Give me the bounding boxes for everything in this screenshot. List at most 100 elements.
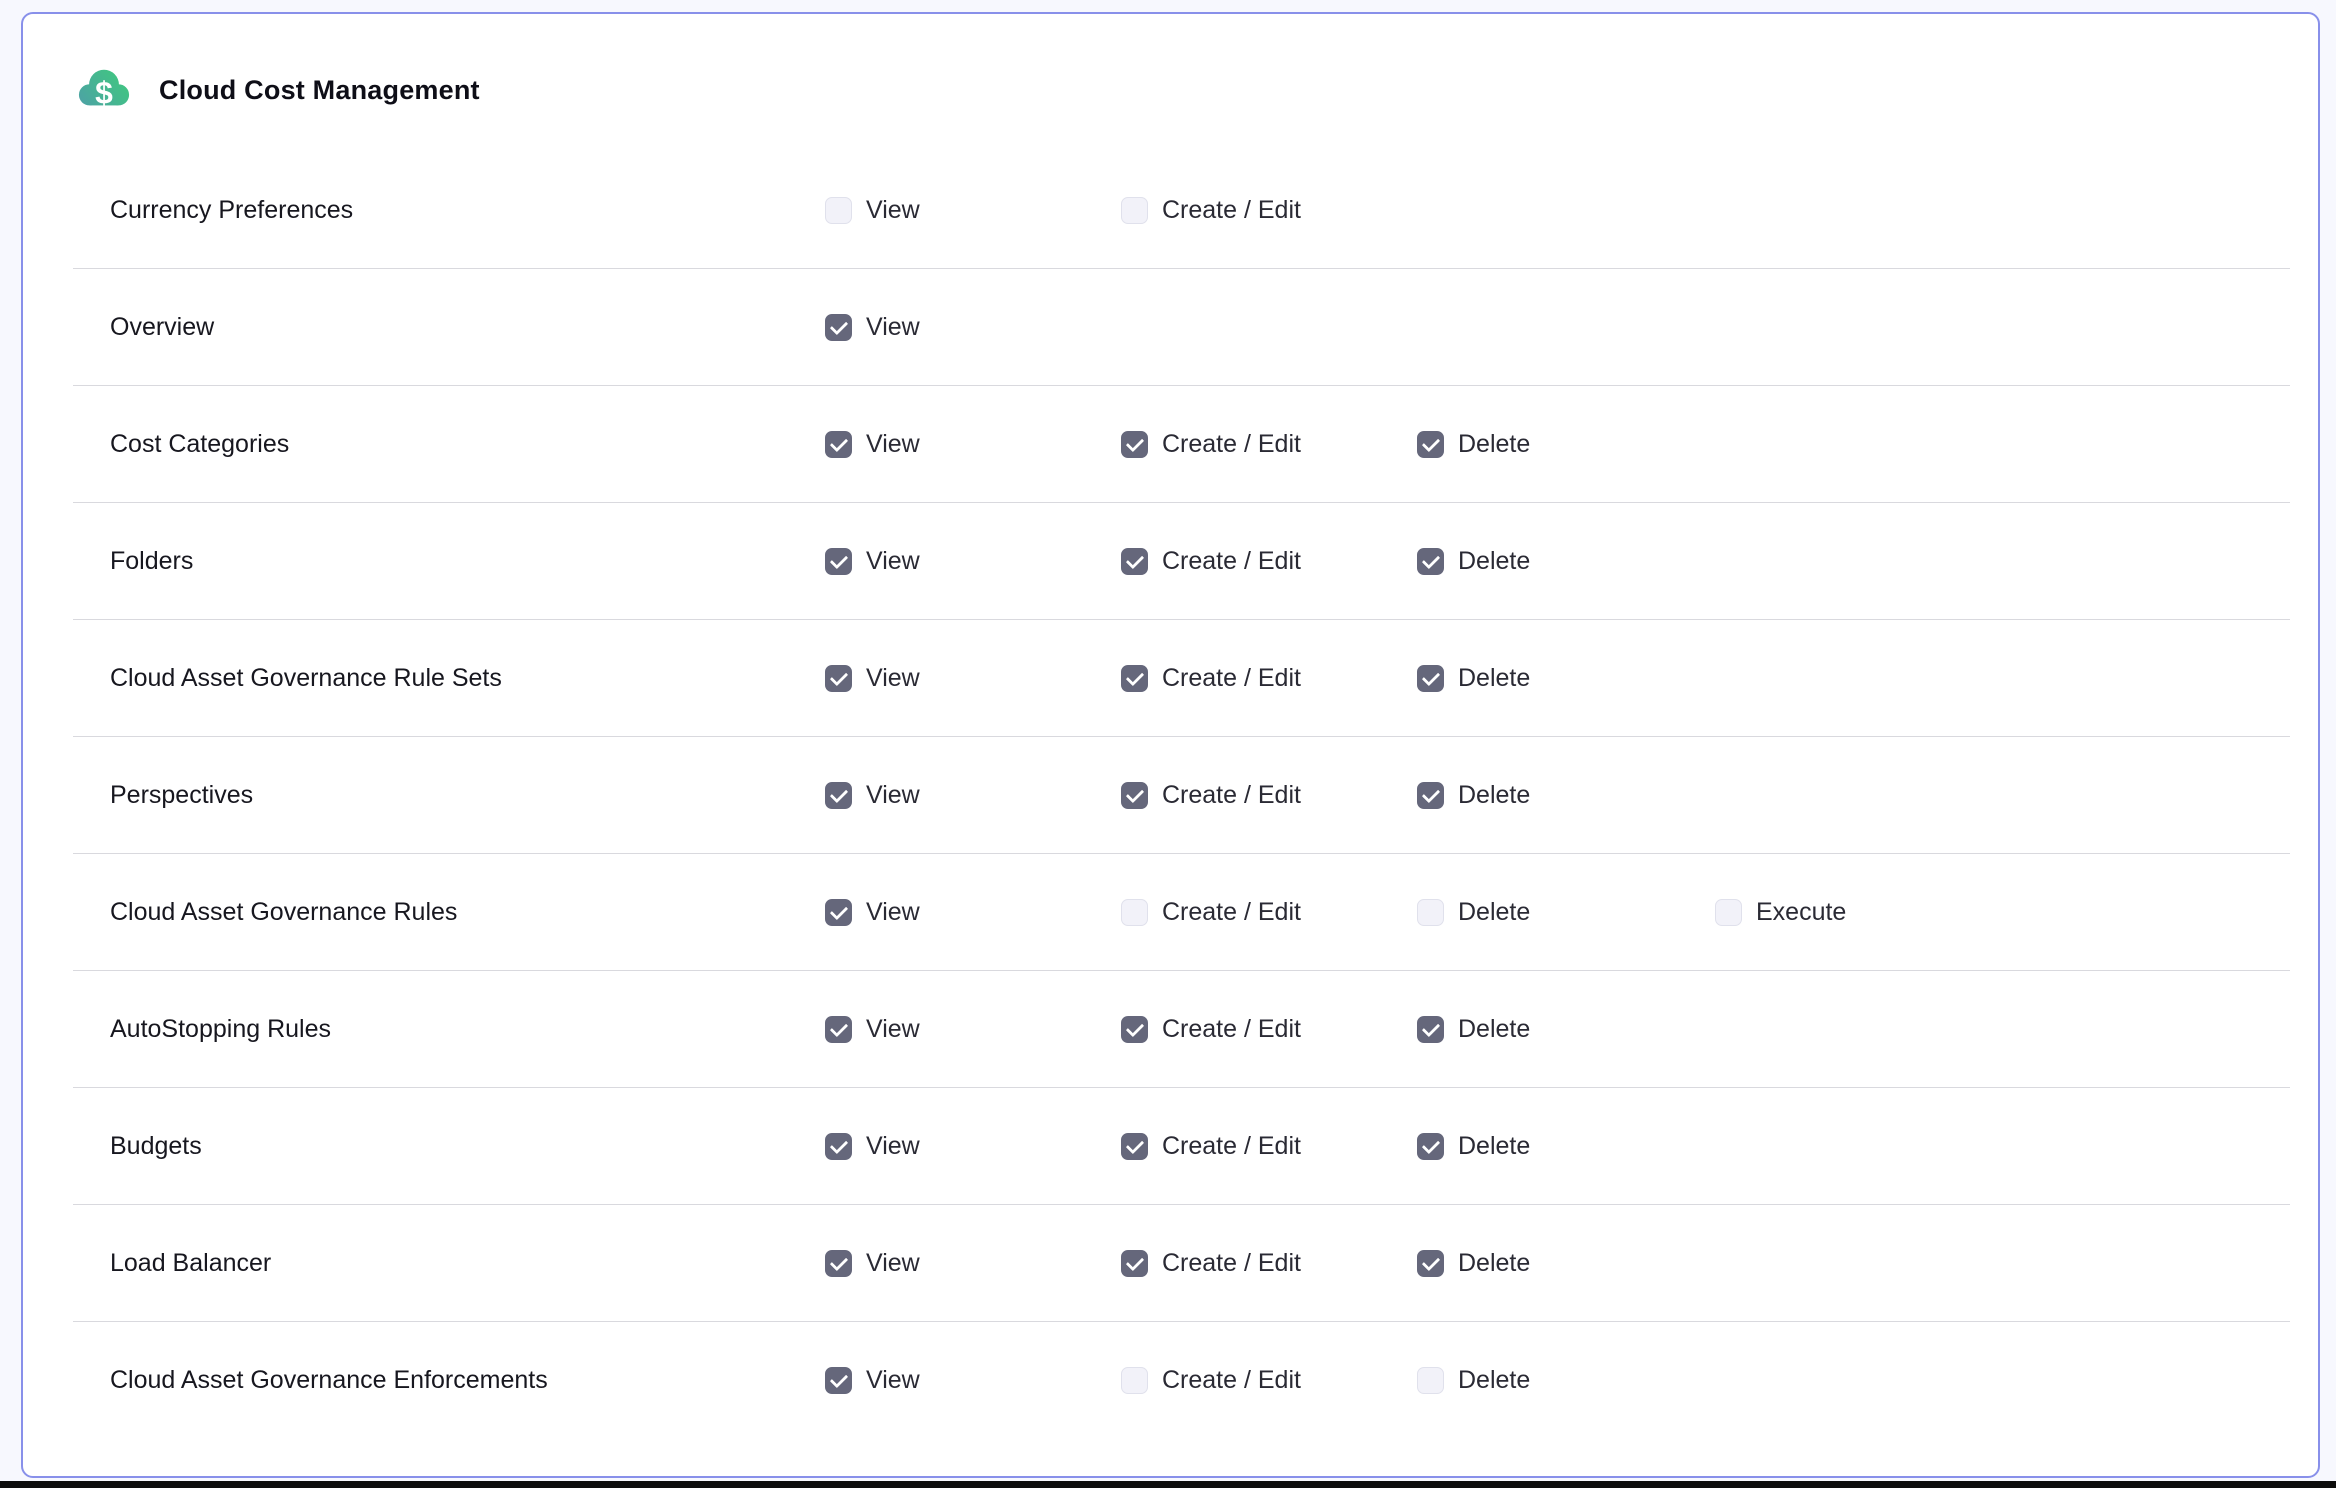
view-checkbox-label[interactable]: View	[866, 664, 920, 693]
create-edit-checkbox-label[interactable]: Create / Edit	[1162, 196, 1301, 225]
permission-row: AutoStopping Rules ViewCreate / EditDele…	[73, 971, 2290, 1088]
create-edit-permission-cell: Create / Edit	[1121, 1015, 1301, 1044]
resource-label: Overview	[73, 313, 214, 342]
delete-checkbox-label[interactable]: Delete	[1458, 664, 1530, 693]
view-checkbox[interactable]	[825, 548, 852, 575]
permissions-card: $ Cloud Cost Management Currency Prefere…	[21, 12, 2320, 1478]
view-permission-cell: View	[825, 781, 920, 810]
delete-checkbox[interactable]	[1417, 1133, 1444, 1160]
resource-label: Cloud Asset Governance Rule Sets	[73, 664, 502, 693]
create-edit-checkbox-label[interactable]: Create / Edit	[1162, 898, 1301, 927]
create-edit-checkbox[interactable]	[1121, 665, 1148, 692]
create-edit-checkbox[interactable]	[1121, 899, 1148, 926]
delete-checkbox-label[interactable]: Delete	[1458, 547, 1530, 576]
execute-checkbox-label[interactable]: Execute	[1756, 898, 1846, 927]
delete-checkbox[interactable]	[1417, 1250, 1444, 1277]
delete-permission-cell: Delete	[1417, 781, 1530, 810]
create-edit-checkbox[interactable]	[1121, 782, 1148, 809]
delete-permission-cell: Delete	[1417, 898, 1530, 927]
permission-rows: Currency Preferences ViewCreate / Edit O…	[73, 152, 2290, 1439]
view-checkbox-label[interactable]: View	[866, 1366, 920, 1395]
create-edit-permission-cell: Create / Edit	[1121, 196, 1301, 225]
view-checkbox[interactable]	[825, 782, 852, 809]
resource-label: Load Balancer	[73, 1249, 271, 1278]
view-permission-cell: View	[825, 664, 920, 693]
view-checkbox[interactable]	[825, 314, 852, 341]
resource-label: Cost Categories	[73, 430, 289, 459]
delete-checkbox-label[interactable]: Delete	[1458, 1015, 1530, 1044]
view-checkbox-label[interactable]: View	[866, 430, 920, 459]
create-edit-checkbox-label[interactable]: Create / Edit	[1162, 664, 1301, 693]
delete-checkbox[interactable]	[1417, 1016, 1444, 1043]
cloud-dollar-icon: $	[77, 67, 131, 113]
view-checkbox[interactable]	[825, 431, 852, 458]
delete-checkbox-label[interactable]: Delete	[1458, 1249, 1530, 1278]
create-edit-checkbox[interactable]	[1121, 431, 1148, 458]
view-checkbox[interactable]	[825, 1016, 852, 1043]
view-checkbox-label[interactable]: View	[866, 781, 920, 810]
delete-permission-cell: Delete	[1417, 430, 1530, 459]
card-header: $ Cloud Cost Management	[23, 14, 2318, 152]
create-edit-checkbox-label[interactable]: Create / Edit	[1162, 430, 1301, 459]
view-permission-cell: View	[825, 1132, 920, 1161]
delete-checkbox-label[interactable]: Delete	[1458, 898, 1530, 927]
view-checkbox-label[interactable]: View	[866, 547, 920, 576]
delete-checkbox[interactable]	[1417, 782, 1444, 809]
svg-text:$: $	[95, 75, 113, 111]
create-edit-checkbox[interactable]	[1121, 197, 1148, 224]
create-edit-checkbox[interactable]	[1121, 1016, 1148, 1043]
delete-permission-cell: Delete	[1417, 1366, 1530, 1395]
create-edit-checkbox-label[interactable]: Create / Edit	[1162, 781, 1301, 810]
permission-row: Overview View	[73, 269, 2290, 386]
view-checkbox[interactable]	[825, 665, 852, 692]
view-checkbox[interactable]	[825, 1133, 852, 1160]
permission-row: Currency Preferences ViewCreate / Edit	[73, 152, 2290, 269]
delete-checkbox-label[interactable]: Delete	[1458, 430, 1530, 459]
view-permission-cell: View	[825, 1249, 920, 1278]
create-edit-checkbox-label[interactable]: Create / Edit	[1162, 1366, 1301, 1395]
create-edit-permission-cell: Create / Edit	[1121, 781, 1301, 810]
create-edit-checkbox-label[interactable]: Create / Edit	[1162, 1015, 1301, 1044]
delete-checkbox-label[interactable]: Delete	[1458, 1366, 1530, 1395]
view-permission-cell: View	[825, 547, 920, 576]
delete-checkbox[interactable]	[1417, 431, 1444, 458]
view-checkbox-label[interactable]: View	[866, 196, 920, 225]
create-edit-permission-cell: Create / Edit	[1121, 898, 1301, 927]
view-checkbox[interactable]	[825, 899, 852, 926]
window-bottom-edge	[0, 1481, 2336, 1488]
delete-checkbox[interactable]	[1417, 1367, 1444, 1394]
delete-permission-cell: Delete	[1417, 1132, 1530, 1161]
view-checkbox-label[interactable]: View	[866, 313, 920, 342]
create-edit-checkbox-label[interactable]: Create / Edit	[1162, 547, 1301, 576]
module-title: Cloud Cost Management	[159, 75, 480, 106]
view-checkbox[interactable]	[825, 1367, 852, 1394]
view-checkbox[interactable]	[825, 197, 852, 224]
create-edit-checkbox[interactable]	[1121, 1367, 1148, 1394]
delete-checkbox[interactable]	[1417, 899, 1444, 926]
create-edit-permission-cell: Create / Edit	[1121, 1132, 1301, 1161]
view-permission-cell: View	[825, 313, 920, 342]
create-edit-checkbox[interactable]	[1121, 1133, 1148, 1160]
view-permission-cell: View	[825, 196, 920, 225]
create-edit-checkbox-label[interactable]: Create / Edit	[1162, 1132, 1301, 1161]
execute-checkbox[interactable]	[1715, 899, 1742, 926]
create-edit-checkbox[interactable]	[1121, 548, 1148, 575]
permission-row: Cloud Asset Governance Rules ViewCreate …	[73, 854, 2290, 971]
delete-checkbox[interactable]	[1417, 665, 1444, 692]
permission-row: Load Balancer View Create / Edit Delete	[73, 1205, 2290, 1322]
create-edit-permission-cell: Create / Edit	[1121, 1249, 1301, 1278]
create-edit-checkbox-label[interactable]: Create / Edit	[1162, 1249, 1301, 1278]
view-checkbox[interactable]	[825, 1250, 852, 1277]
view-checkbox-label[interactable]: View	[866, 1132, 920, 1161]
view-checkbox-label[interactable]: View	[866, 1015, 920, 1044]
resource-label: Budgets	[73, 1132, 202, 1161]
delete-checkbox-label[interactable]: Delete	[1458, 781, 1530, 810]
view-checkbox-label[interactable]: View	[866, 898, 920, 927]
view-checkbox-label[interactable]: View	[866, 1249, 920, 1278]
view-permission-cell: View	[825, 1366, 920, 1395]
resource-label: Perspectives	[73, 781, 253, 810]
delete-checkbox-label[interactable]: Delete	[1458, 1132, 1530, 1161]
resource-label: Cloud Asset Governance Enforcements	[73, 1366, 548, 1395]
create-edit-checkbox[interactable]	[1121, 1250, 1148, 1277]
delete-checkbox[interactable]	[1417, 548, 1444, 575]
